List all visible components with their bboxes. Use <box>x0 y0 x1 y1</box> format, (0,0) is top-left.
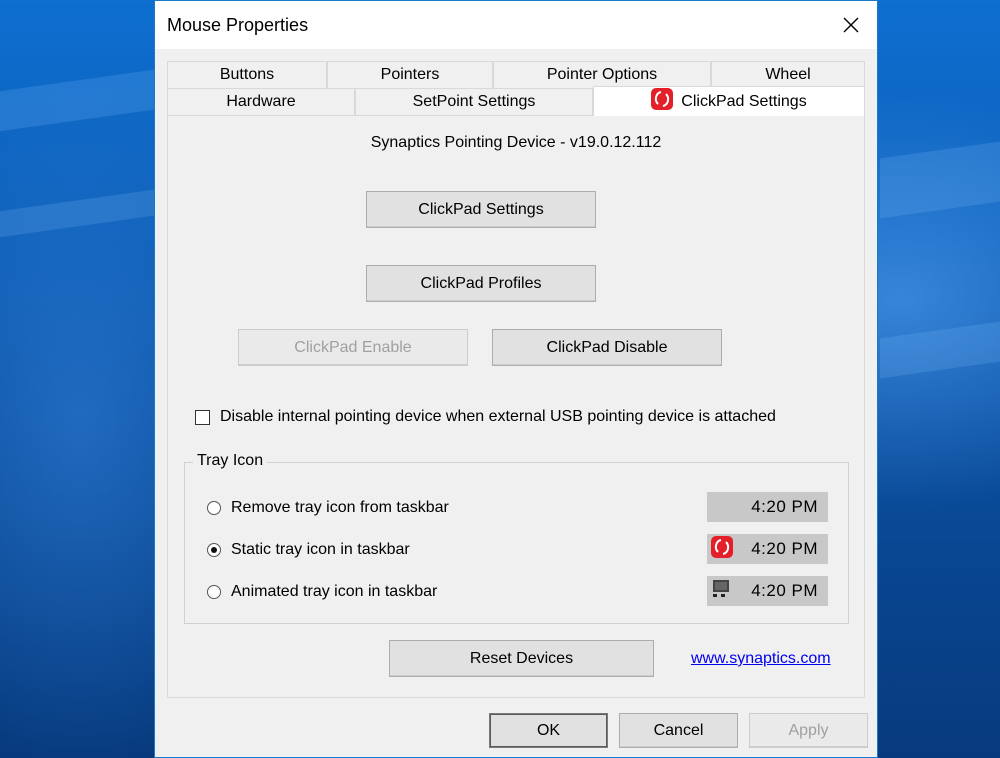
tray-static-label: Static tray icon in taskbar <box>231 541 410 558</box>
device-version-label: Synaptics Pointing Device - v19.0.12.112 <box>370 134 662 151</box>
window-title: Mouse Properties <box>167 14 309 35</box>
synaptics-website-link[interactable]: www.synaptics.com <box>691 650 831 668</box>
close-button[interactable] <box>825 1 877 49</box>
synaptics-icon <box>711 535 733 563</box>
mouse-properties-dialog: Mouse Properties Buttons Pointers Pointe… <box>154 0 878 758</box>
tab-pointer-options[interactable]: Pointer Options <box>493 61 711 88</box>
tray-preview-remove: 4:20 PM <box>707 492 828 522</box>
tray-remove-radio[interactable] <box>207 501 221 515</box>
tray-remove-label: Remove tray icon from taskbar <box>231 499 449 516</box>
clickpad-settings-button[interactable]: ClickPad Settings <box>366 191 596 228</box>
disable-internal-row: Disable internal pointing device when ex… <box>195 408 776 426</box>
tray-static-radio[interactable] <box>207 543 221 557</box>
tab-wheel[interactable]: Wheel <box>711 61 865 88</box>
wallpaper-beam <box>880 321 1000 379</box>
tray-preview-animated: 4:20 PM <box>707 576 828 606</box>
close-icon <box>843 17 859 33</box>
tray-preview-time: 4:20 PM <box>751 539 818 558</box>
tab-clickpad-settings[interactable]: ClickPad Settings <box>593 86 865 116</box>
monitor-icon <box>711 578 733 605</box>
ok-button[interactable]: OK <box>489 713 608 748</box>
disable-internal-label: Disable internal pointing device when ex… <box>220 408 776 425</box>
apply-button[interactable]: Apply <box>749 713 868 748</box>
disable-internal-checkbox[interactable] <box>195 409 210 425</box>
tray-icon-group: Tray Icon Remove tray icon from taskbar … <box>184 452 849 624</box>
tab-hardware[interactable]: Hardware <box>167 88 355 115</box>
tab-buttons[interactable]: Buttons <box>167 61 327 88</box>
clickpad-enable-button[interactable]: ClickPad Enable <box>238 329 468 366</box>
reset-devices-button[interactable]: Reset Devices <box>389 640 654 677</box>
tray-preview-time: 4:20 PM <box>751 497 818 516</box>
tray-preview-time: 4:20 PM <box>751 581 818 600</box>
tray-option-remove: Remove tray icon from taskbar <box>207 499 449 517</box>
synaptics-icon <box>651 88 674 115</box>
title-bar[interactable]: Mouse Properties <box>155 1 877 49</box>
wallpaper-beam <box>0 188 160 238</box>
clickpad-settings-panel: Synaptics Pointing Device - v19.0.12.112… <box>167 115 865 698</box>
wallpaper-beam <box>0 68 160 132</box>
tab-clickpad-settings-label: ClickPad Settings <box>681 92 807 110</box>
tab-setpoint-settings[interactable]: SetPoint Settings <box>355 88 593 115</box>
cancel-button[interactable]: Cancel <box>619 713 738 748</box>
tray-icon-group-label: Tray Icon <box>193 452 268 470</box>
tray-option-static: Static tray icon in taskbar <box>207 541 410 559</box>
clickpad-profiles-button[interactable]: ClickPad Profiles <box>366 265 596 302</box>
wallpaper-beam <box>880 141 1000 219</box>
clickpad-disable-button[interactable]: ClickPad Disable <box>492 329 722 366</box>
tray-animated-label: Animated tray icon in taskbar <box>231 583 438 600</box>
tray-option-animated: Animated tray icon in taskbar <box>207 583 437 601</box>
tab-pointers[interactable]: Pointers <box>327 61 493 88</box>
tray-preview-static: 4:20 PM <box>707 534 828 564</box>
tray-animated-radio[interactable] <box>207 585 221 599</box>
